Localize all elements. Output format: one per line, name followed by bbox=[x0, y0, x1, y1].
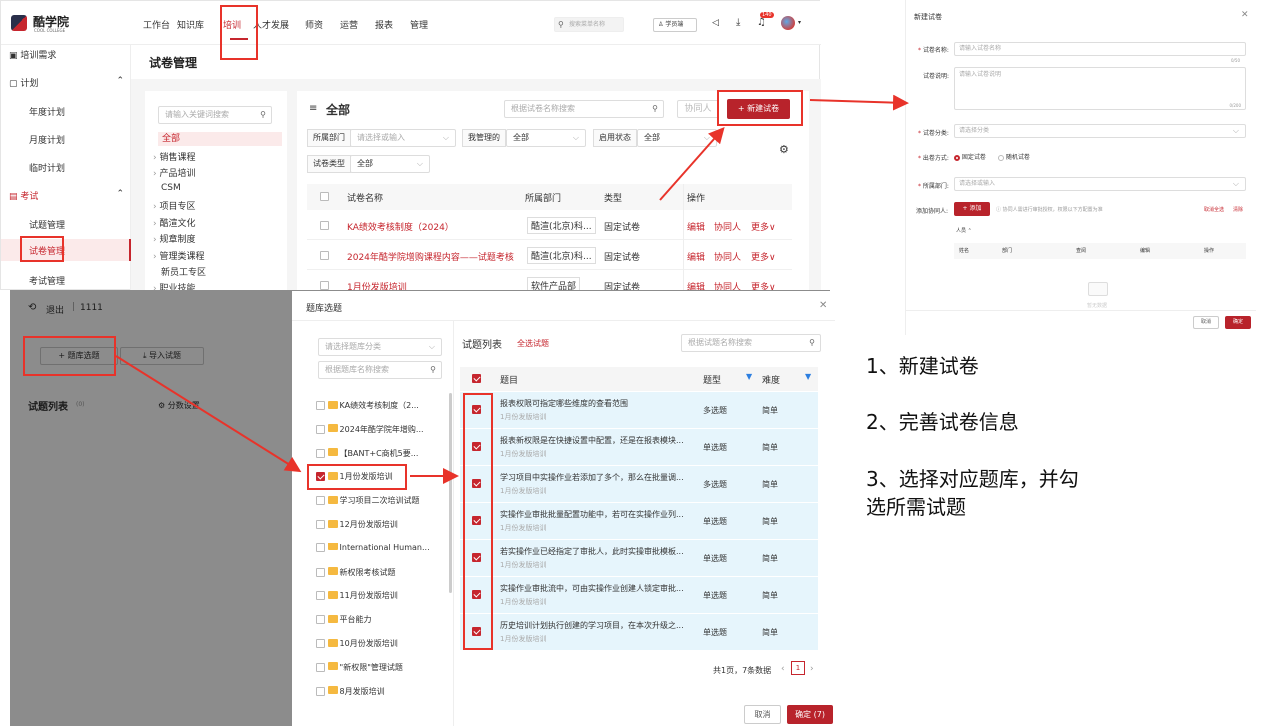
step-3-line2: 选所需试题 bbox=[866, 495, 966, 519]
arrow-to-bank-dialog bbox=[115, 355, 302, 473]
arrow-to-dialog bbox=[809, 94, 909, 111]
step-1: 1、新建试卷 bbox=[866, 354, 979, 378]
step-3-line1: 3、选择对应题库，并勾 bbox=[866, 467, 1079, 491]
step-2: 2、完善试卷信息 bbox=[866, 410, 1019, 434]
guide-arrows bbox=[115, 94, 909, 484]
arrow-to-new-button bbox=[659, 127, 725, 201]
